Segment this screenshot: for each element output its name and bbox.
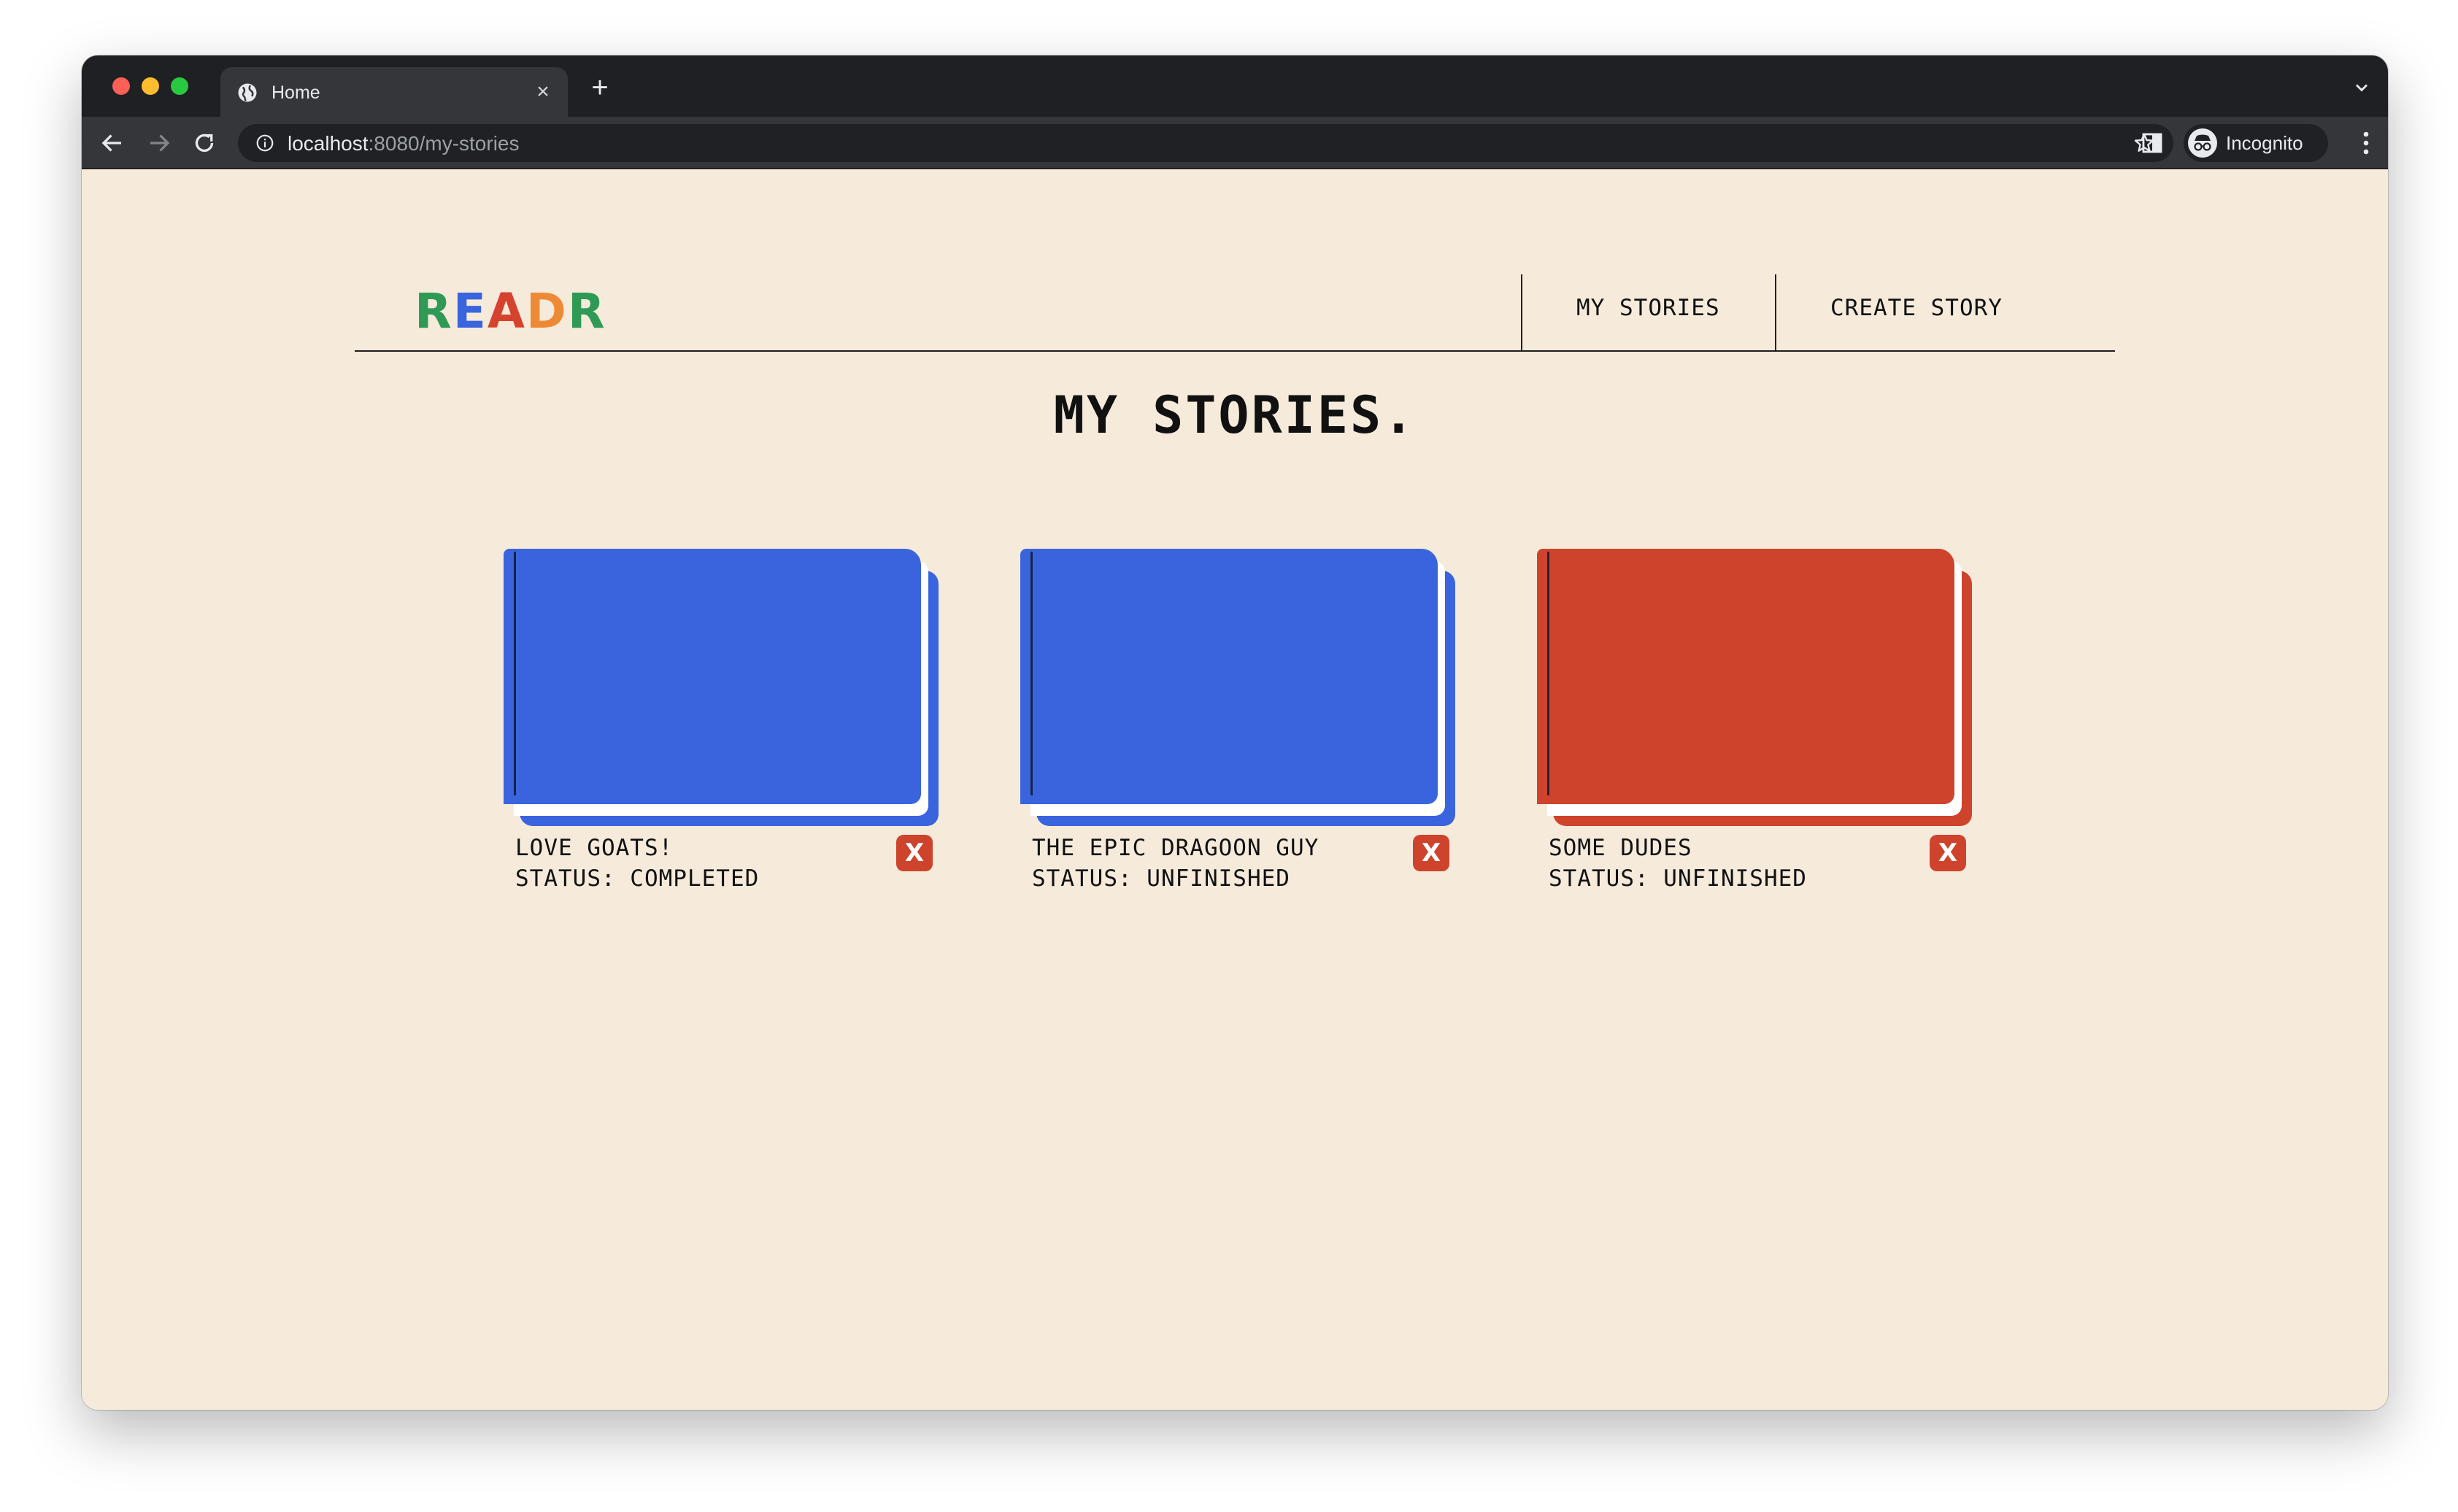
browser-window: Home × + localhost:8080/my-stories Incog… [82, 55, 2388, 1410]
story-status: STATUS: UNFINISHED [1032, 865, 1290, 892]
incognito-icon [2188, 128, 2217, 158]
story-card[interactable]: LOVE GOATS! STATUS: COMPLETED X [504, 549, 956, 892]
story-title: SOME DUDES [1549, 835, 1692, 861]
readr-logo[interactable]: READR [415, 279, 606, 344]
header-divider-line [355, 350, 2115, 352]
reload-icon[interactable] [191, 130, 217, 156]
page-title: MY STORIES. [1053, 385, 1417, 445]
story-status: STATUS: UNFINISHED [1549, 865, 1807, 892]
maximize-window-button[interactable] [171, 77, 188, 95]
book-cover[interactable] [1537, 549, 1954, 804]
logo-letter: E [452, 283, 488, 339]
delete-story-button[interactable]: X [1930, 835, 1966, 871]
delete-story-button[interactable]: X [1413, 835, 1449, 871]
book-spine [514, 552, 516, 795]
tab-title: Home [271, 82, 320, 103]
nav-divider [1775, 274, 1776, 352]
delete-story-button[interactable]: X [896, 835, 933, 871]
logo-letter: R [567, 283, 606, 339]
book-cover[interactable] [1020, 549, 1438, 804]
address-bar[interactable]: localhost:8080/my-stories [238, 124, 2173, 162]
logo-letter: A [487, 283, 527, 339]
book-spine [1547, 552, 1549, 795]
story-status: STATUS: COMPLETED [515, 865, 760, 892]
incognito-profile-button[interactable]: Incognito [2184, 124, 2328, 162]
nav-divider [1521, 274, 1522, 352]
globe-icon [238, 83, 257, 102]
page-content: READR MY STORIES CREATE STORY MY STORIES… [82, 171, 2388, 1410]
logo-letter: R [415, 283, 453, 339]
nav-my-stories[interactable]: MY STORIES [1576, 293, 1720, 323]
url-path: :8080/my-stories [368, 132, 520, 155]
forward-arrow-icon[interactable] [146, 130, 172, 156]
new-tab-icon[interactable]: + [587, 73, 613, 102]
browser-menu-icon[interactable] [2362, 130, 2370, 156]
minimize-window-button[interactable] [142, 77, 159, 95]
tab-strip: Home × + [82, 55, 2388, 117]
back-arrow-icon[interactable] [99, 130, 126, 156]
side-panel-icon[interactable] [2140, 130, 2165, 156]
close-window-button[interactable] [112, 77, 130, 95]
nav-create-story[interactable]: CREATE STORY [1830, 293, 2003, 323]
story-card[interactable]: SOME DUDES STATUS: UNFINISHED X [1537, 549, 1989, 892]
url-host: localhost [288, 132, 369, 155]
tab-close-icon[interactable]: × [531, 80, 555, 104]
story-title: THE EPIC DRAGOON GUY [1032, 835, 1319, 861]
logo-letter: D [526, 283, 568, 339]
browser-tab-home[interactable]: Home × [220, 67, 568, 117]
site-info-icon[interactable] [255, 134, 274, 153]
tab-search-chevron-icon[interactable] [2351, 77, 2372, 98]
story-title: LOVE GOATS! [515, 835, 674, 861]
incognito-label: Incognito [2226, 132, 2303, 154]
browser-toolbar: localhost:8080/my-stories Incognito [82, 117, 2388, 169]
url-text: localhost:8080/my-stories [288, 133, 519, 155]
book-cover[interactable] [504, 549, 921, 804]
book-spine [1030, 552, 1033, 795]
story-card[interactable]: THE EPIC DRAGOON GUY STATUS: UNFINISHED … [1020, 549, 1473, 892]
